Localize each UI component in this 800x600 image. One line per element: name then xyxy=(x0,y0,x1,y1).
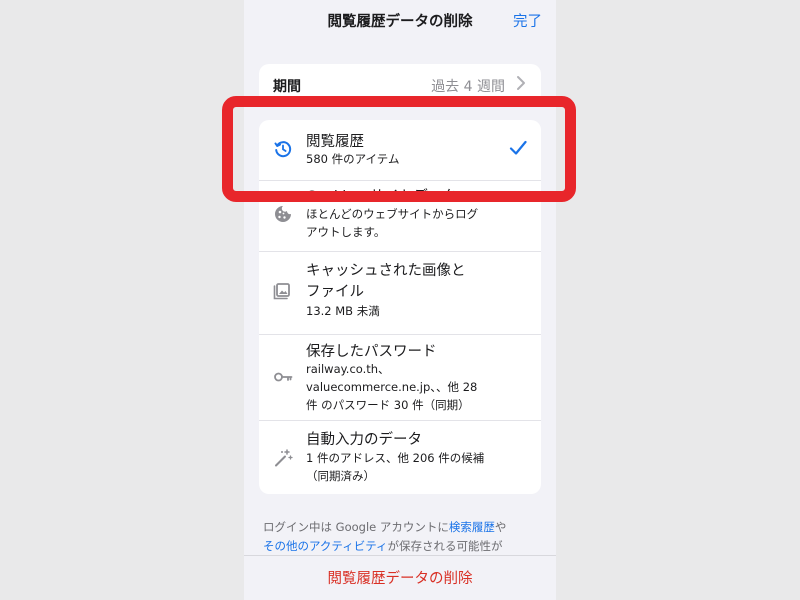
clear-browsing-data-button[interactable]: 閲覧履歴データの削除 xyxy=(244,567,556,588)
item-subtitle-line: アウトします。 xyxy=(306,225,386,239)
list-item-cache[interactable]: キャッシュされた画像と ファイル 13.2 MB 未満 xyxy=(259,252,541,334)
bottom-toolbar: 閲覧履歴データの削除 xyxy=(244,555,556,600)
footer-text: や xyxy=(494,520,507,534)
item-title-line: ファイル xyxy=(306,284,364,300)
time-range-value: 過去 4 週間 xyxy=(431,79,505,95)
cookie-icon xyxy=(275,206,291,222)
footer-note: ログイン中は Google アカウントに検索履歴や その他のアクティビティが保存… xyxy=(263,518,542,556)
footer-note-line: その他のアクティビティが保存される可能性が xyxy=(263,537,542,556)
item-subtitle-line: ほとんどのウェブサイトからログ xyxy=(306,207,479,221)
search-history-link[interactable]: 検索履歴 xyxy=(449,520,495,534)
item-title-line: キャッシュされた画像と xyxy=(306,263,466,279)
image-icon xyxy=(273,283,290,300)
item-subtitle-line: 1 件のアドレス、他 206 件の候補 xyxy=(306,451,485,465)
page-title: 閲覧履歴データの削除 xyxy=(327,14,473,30)
item-subtitle-line: 件 のパスワード 30 件（同期） xyxy=(306,398,470,412)
item-subtitle-line: railway.co.th、 xyxy=(306,362,390,376)
item-subtitle-line: （同期済み） xyxy=(306,469,375,483)
list-item-passwords[interactable]: 保存したパスワード railway.co.th、 valuecommerce.n… xyxy=(259,335,541,420)
phone-screen: 閲覧履歴データの削除 完了 期間 過去 4 週間 閲覧履歴 580 件のアイテム xyxy=(244,0,556,600)
item-subtitle: 13.2 MB 未満 xyxy=(306,304,380,318)
highlight-annotation-box xyxy=(222,96,576,202)
item-subtitle-line: valuecommerce.ne.jp、、他 28 xyxy=(306,380,478,394)
other-activity-link[interactable]: その他のアクティビティ xyxy=(263,539,388,553)
item-title: 自動入力のデータ xyxy=(306,432,422,448)
footer-text: ログイン中は Google アカウントに xyxy=(263,520,449,534)
key-icon xyxy=(274,372,293,382)
footer-note-line: ログイン中は Google アカウントに検索履歴や xyxy=(263,518,542,537)
magic-wand-icon xyxy=(275,449,293,467)
list-item-autofill[interactable]: 自動入力のデータ 1 件のアドレス、他 206 件の候補 （同期済み） xyxy=(259,421,541,494)
done-button[interactable]: 完了 xyxy=(513,10,542,31)
navigation-bar: 閲覧履歴データの削除 完了 xyxy=(244,0,556,40)
chevron-right-icon xyxy=(517,76,525,90)
time-range-label: 期間 xyxy=(273,79,301,95)
item-title: 保存したパスワード xyxy=(306,344,437,360)
footer-text: が保存される可能性が xyxy=(387,539,503,553)
